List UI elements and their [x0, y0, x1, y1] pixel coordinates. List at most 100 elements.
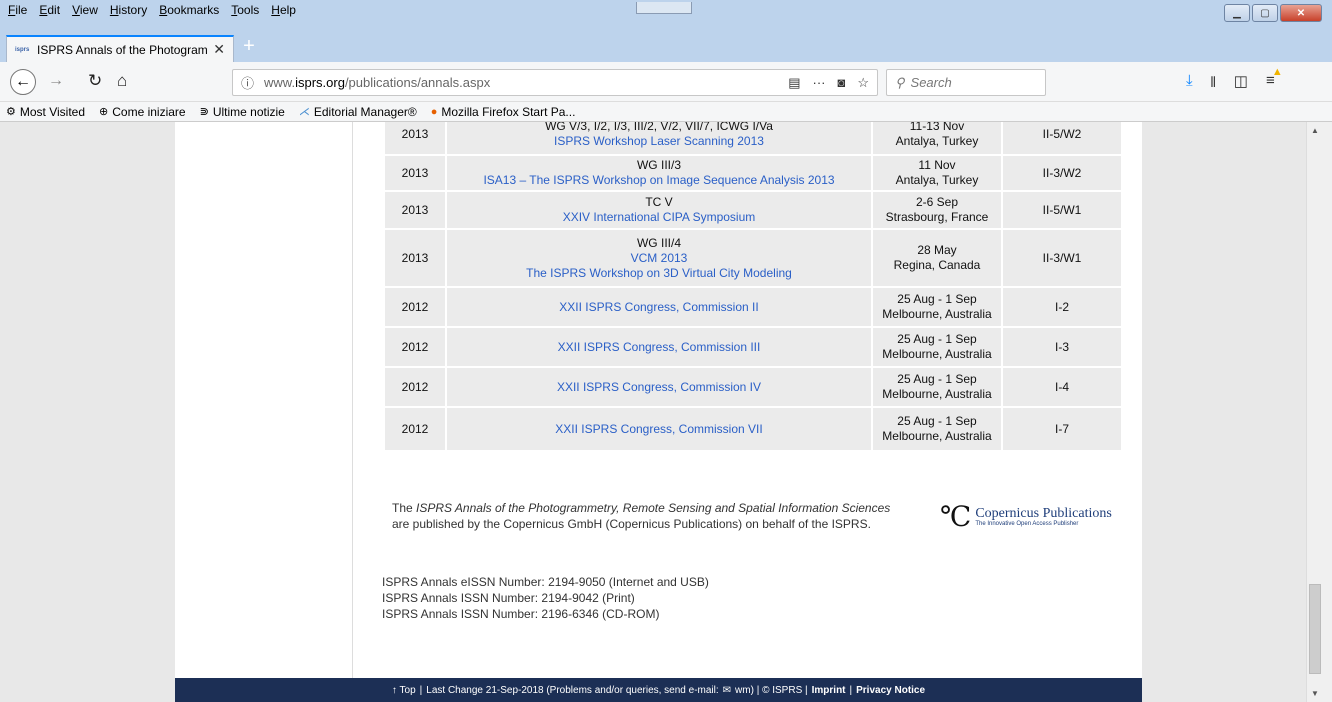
- menu-bar: File Edit View History Bookmarks Tools H…: [6, 2, 298, 18]
- cell-volume: I-3: [1001, 328, 1121, 366]
- left-column: [175, 122, 353, 678]
- page-footer: ↑ Top | Last Change 21-Sep-2018 (Problem…: [175, 678, 1142, 702]
- journal-name: ISPRS Annals of the Photogrammetry, Remo…: [416, 501, 891, 515]
- isprs-favicon-icon: isprs: [15, 46, 30, 53]
- search-placeholder: Search: [910, 75, 952, 90]
- event-date: 25 Aug - 1 Sep: [897, 372, 977, 386]
- minimize-button[interactable]: ▁: [1224, 4, 1250, 22]
- cell-year: 2012: [401, 340, 429, 354]
- scroll-up-icon[interactable]: ▲: [1307, 126, 1323, 135]
- table-row: 2013 WG III/4 VCM 2013 The ISPRS Worksho…: [385, 230, 1121, 288]
- menu-history[interactable]: History: [108, 2, 149, 18]
- vertical-scrollbar[interactable]: ▲ ▼: [1306, 122, 1322, 702]
- bookmark-star-icon[interactable]: ☆: [857, 75, 869, 91]
- menu-file[interactable]: File: [6, 2, 29, 18]
- event-link[interactable]: VCM 2013: [631, 251, 688, 266]
- drag-handle[interactable]: [636, 2, 692, 14]
- close-tab-icon[interactable]: ✕: [213, 41, 225, 58]
- event-place: Melbourne, Australia: [882, 307, 992, 321]
- event-link[interactable]: ISA13 – The ISPRS Workshop on Image Sequ…: [483, 173, 834, 188]
- privacy-notice-link[interactable]: Privacy Notice: [856, 685, 925, 696]
- event-place: Melbourne, Australia: [882, 347, 992, 361]
- issn-line: ISPRS Annals eISSN Number: 2194-9050 (In…: [382, 575, 709, 589]
- cell-year: 2012: [401, 422, 429, 436]
- event-date: 25 Aug - 1 Sep: [897, 414, 977, 428]
- imprint-link[interactable]: Imprint: [812, 685, 846, 696]
- footer-copyright: wm) | © ISPRS |: [735, 684, 808, 696]
- menu-tools[interactable]: Tools: [229, 2, 261, 18]
- event-link-secondary[interactable]: The ISPRS Workshop on 3D Virtual City Mo…: [526, 266, 792, 281]
- bookmark-most-visited[interactable]: ⚙ Most Visited: [6, 105, 85, 119]
- url-text[interactable]: www.isprs.org/publications/annals.aspx: [264, 75, 788, 90]
- pocket-icon[interactable]: ◙: [837, 75, 845, 91]
- close-window-button[interactable]: ✕: [1280, 4, 1322, 22]
- last-change-text: Last Change 21-Sep-2018 (Problems and/or…: [426, 684, 719, 696]
- copernicus-logo[interactable]: ℃ Copernicus Publications The Innovative…: [940, 500, 1112, 533]
- table-row: 2013 WG V/3, I/2, I/3, III/2, V/2, VII/7…: [385, 122, 1121, 156]
- page-actions-icon[interactable]: ···: [812, 75, 825, 91]
- page-viewport: 2013 WG V/3, I/2, I/3, III/2, V/2, VII/7…: [0, 122, 1306, 702]
- forward-icon[interactable]: →: [48, 72, 64, 90]
- publisher-note: The ISPRS Annals of the Photogrammetry, …: [392, 500, 922, 532]
- cell-year: 2012: [401, 380, 429, 394]
- cell-event: WG III/3 ISA13 – The ISPRS Workshop on I…: [445, 156, 871, 190]
- new-tab-icon[interactable]: +: [238, 36, 260, 58]
- event-link[interactable]: ISPRS Workshop Laser Scanning 2013: [554, 134, 764, 149]
- cell-volume: I-7: [1001, 408, 1121, 450]
- site-info-icon[interactable]: ⓘ: [241, 73, 254, 92]
- bookmark-firefox-start[interactable]: ● Mozilla Firefox Start Pa...: [431, 105, 576, 119]
- table-row: 2012 XXII ISPRS Congress, Commission II …: [385, 288, 1121, 328]
- gear-icon: ⚙: [6, 106, 16, 118]
- globe-icon: ⊕: [99, 106, 109, 118]
- scrollbar-thumb[interactable]: [1309, 584, 1321, 674]
- reload-icon[interactable]: ↻: [88, 71, 102, 91]
- mail-icon[interactable]: ✉: [723, 685, 731, 696]
- cell-volume: II-5/W1: [1001, 192, 1121, 228]
- issn-line: ISPRS Annals ISSN Number: 2196-6346 (CD-…: [382, 607, 660, 621]
- cell-year: 2013: [401, 127, 429, 141]
- annals-table: 2013 WG V/3, I/2, I/3, III/2, V/2, VII/7…: [385, 122, 1121, 450]
- library-icon[interactable]: 𝍪: [1211, 72, 1216, 97]
- event-date: 28 May: [917, 243, 957, 257]
- event-link[interactable]: XXII ISPRS Congress, Commission VII: [555, 422, 762, 437]
- home-icon[interactable]: ⌂: [117, 71, 127, 91]
- bookmarks-toolbar: ⚙ Most Visited ⊕ Come iniziare ⋑ Ultime not…: [0, 102, 1332, 122]
- issn-block: ISPRS Annals eISSN Number: 2194-9050 (In…: [382, 574, 709, 622]
- back-icon[interactable]: ←: [10, 69, 36, 95]
- bookmark-editorial-manager[interactable]: ⋌ Editorial Manager®: [299, 105, 417, 119]
- bookmark-come-iniziare[interactable]: ⊕ Come iniziare: [99, 105, 186, 119]
- event-working-group: WG V/3, I/2, I/3, III/2, V/2, VII/7, ICW…: [545, 122, 773, 133]
- nav-bar: ← → ↻ ⌂ ⓘ www.isprs.org/publications/ann…: [0, 62, 1332, 102]
- table-row: 2012 XXII ISPRS Congress, Commission III…: [385, 328, 1121, 368]
- cell-event: XXII ISPRS Congress, Commission VII: [445, 408, 871, 450]
- cell-year: 2013: [401, 203, 429, 217]
- event-link[interactable]: XXII ISPRS Congress, Commission IV: [557, 380, 761, 395]
- menu-bookmarks[interactable]: Bookmarks: [157, 2, 221, 18]
- bookmark-ultime-notizie[interactable]: ⋑ Ultime notizie: [200, 105, 285, 119]
- event-date: 25 Aug - 1 Sep: [897, 292, 977, 306]
- tab-isprs-annals[interactable]: isprs ISPRS Annals of the Photogram ✕: [6, 35, 234, 62]
- cell-date: 2-6 Sep Strasbourg, France: [871, 192, 1001, 228]
- event-place: Antalya, Turkey: [895, 173, 979, 187]
- hamburger-menu-icon[interactable]: ≡ ▲: [1266, 66, 1283, 97]
- menu-view[interactable]: View: [70, 2, 100, 18]
- event-working-group: TC V: [645, 195, 673, 209]
- title-bar: File Edit View History Bookmarks Tools H…: [0, 0, 1332, 32]
- menu-edit[interactable]: Edit: [37, 2, 62, 18]
- maximize-button[interactable]: ▢: [1252, 4, 1278, 22]
- table-row: 2012 XXII ISPRS Congress, Commission VII…: [385, 408, 1121, 450]
- event-link[interactable]: XXII ISPRS Congress, Commission II: [559, 300, 758, 315]
- table-row: 2013 TC V XXIV International CIPA Sympos…: [385, 192, 1121, 230]
- reader-view-icon[interactable]: ▤: [788, 75, 800, 91]
- sidebar-icon[interactable]: ◫: [1234, 72, 1248, 97]
- search-field[interactable]: ⚲ Search: [886, 69, 1046, 96]
- rss-icon: ⋑: [199, 106, 209, 118]
- top-link[interactable]: ↑ Top: [392, 685, 416, 696]
- scroll-down-icon[interactable]: ▼: [1307, 689, 1323, 698]
- event-link[interactable]: XXIV International CIPA Symposium: [563, 210, 756, 225]
- event-link[interactable]: XXII ISPRS Congress, Commission III: [558, 340, 761, 355]
- menu-help[interactable]: Help: [269, 2, 298, 18]
- downloads-icon[interactable]: ⤓: [1186, 72, 1193, 97]
- tab-strip: isprs ISPRS Annals of the Photogram ✕ +: [0, 32, 1332, 62]
- url-bar[interactable]: ⓘ www.isprs.org/publications/annals.aspx…: [232, 69, 878, 96]
